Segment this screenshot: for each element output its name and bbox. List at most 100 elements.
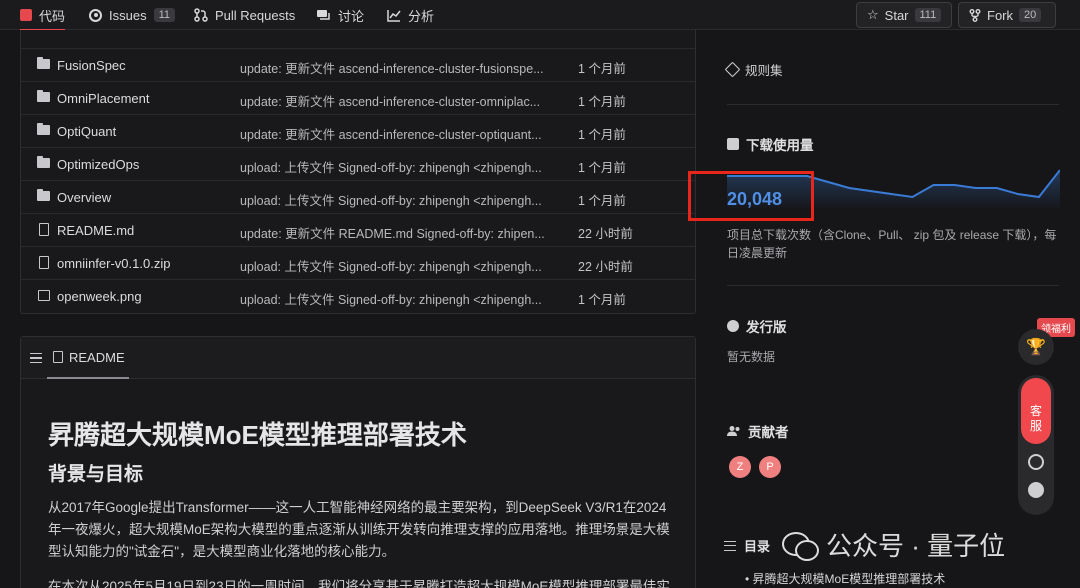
commit-time: 1 个月前: [578, 95, 626, 109]
file-name[interactable]: omniinfer-v0.1.0.zip: [57, 256, 170, 271]
commit-message[interactable]: update: 更新文件 ascend-inference-cluster-op…: [240, 124, 560, 143]
toc-icon: [724, 540, 736, 551]
commit-message[interactable]: upload: 上传文件 Signed-off-by: zhipengh <zh…: [240, 289, 560, 308]
file-name[interactable]: openweek.png: [57, 289, 142, 304]
toc-title: 目录: [744, 539, 771, 554]
tab-discussion[interactable]: 讨论: [316, 0, 364, 30]
commit-message[interactable]: update: 更新文件 ascend-inference-cluster-fu…: [240, 58, 560, 77]
release-title: 发行版: [746, 320, 787, 335]
folder-icon: [37, 90, 50, 102]
toc-item-label: 昇腾超大规模MoE模型推理部署技术: [752, 572, 946, 586]
readme-panel: README 昇腾超大规模MoE模型推理部署技术 背景与目标 从2017年Goo…: [20, 336, 696, 588]
smile-icon[interactable]: [1028, 482, 1044, 498]
document-icon: [53, 351, 63, 363]
downloads-description: 项目总下载次数（含Clone、Pull、 zip 包及 release 下载），…: [727, 228, 1057, 260]
highlight-box: [688, 171, 814, 221]
readme-paragraph: 从2017年Google提出Transformer——这一人工智能神经网络的最主…: [48, 500, 670, 559]
table-row[interactable]: Overview upload: 上传文件 Signed-off-by: zhi…: [21, 181, 695, 214]
folder-icon: [37, 57, 50, 69]
toc-item[interactable]: • 昇腾超大规模MoE模型推理部署技术: [745, 570, 945, 587]
commit-time: 1 个月前: [578, 194, 626, 208]
tab-issues-label: Issues: [109, 7, 147, 23]
download-icon: [727, 138, 739, 150]
table-row[interactable]: OmniPlacement update: 更新文件 ascend-infere…: [21, 82, 695, 115]
tab-pull-requests-label: Pull Requests: [215, 7, 296, 23]
toc-heading: 目录: [724, 536, 770, 555]
file-name[interactable]: OmniPlacement: [57, 91, 149, 106]
readme-tab[interactable]: README: [47, 337, 129, 379]
info-icon: [727, 320, 739, 332]
star-icon: ☆: [867, 7, 879, 22]
avatar[interactable]: P: [759, 456, 781, 478]
file-name[interactable]: FusionSpec: [57, 58, 126, 73]
customer-service-button[interactable]: 客服: [1021, 378, 1051, 444]
issues-count-badge: 11: [153, 8, 175, 22]
watermark-text: 公众号 · 量子位: [826, 531, 1006, 561]
star-button[interactable]: ☆ Star 111: [856, 2, 952, 28]
tab-discussion-label: 讨论: [338, 8, 365, 24]
image-file-icon: [38, 290, 50, 301]
rules-link[interactable]: 规则集: [724, 60, 783, 79]
file-name[interactable]: Overview: [57, 190, 111, 205]
contributors-title: 贡献者: [748, 425, 789, 440]
commit-message[interactable]: upload: 上传文件 Signed-off-by: zhipengh <zh…: [240, 256, 560, 275]
folder-icon: [37, 189, 50, 201]
fork-icon: [969, 8, 981, 22]
commit-message[interactable]: upload: 上传文件 Signed-off-by: zhipengh <zh…: [240, 190, 560, 209]
downloads-title: 下载使用量: [746, 138, 814, 153]
commit-time: 1 个月前: [578, 293, 626, 307]
table-row[interactable]: README.md update: 更新文件 README.md Signed-…: [21, 214, 695, 247]
outline-menu-icon[interactable]: [30, 353, 42, 363]
tab-analysis-label: 分析: [408, 8, 435, 24]
tab-pull-requests[interactable]: Pull Requests: [194, 0, 295, 30]
issue-icon: [89, 8, 102, 22]
readme-tab-label: README: [69, 349, 125, 365]
pull-request-icon: [194, 8, 208, 22]
tab-analysis[interactable]: 分析: [387, 0, 434, 30]
customer-service-label: 客服: [1029, 404, 1042, 433]
commit-message[interactable]: upload: 上传文件 Signed-off-by: zhipengh <zh…: [240, 157, 560, 176]
table-row[interactable]: openweek.png upload: 上传文件 Signed-off-by:…: [21, 280, 695, 313]
trophy-button[interactable]: 🏆: [1018, 329, 1054, 365]
fork-button[interactable]: Fork 20: [958, 2, 1056, 28]
file-name[interactable]: OptimizedOps: [57, 157, 139, 172]
watermark: 公众号 · 量子位: [782, 526, 1005, 563]
folder-icon: [37, 156, 50, 168]
trophy-icon: 🏆: [1026, 339, 1046, 356]
fork-label: Fork: [987, 7, 1013, 23]
commit-time: 22 小时前: [578, 227, 633, 241]
file-name[interactable]: README.md: [57, 223, 134, 238]
star-label: Star: [884, 7, 909, 23]
readme-header: README: [21, 337, 695, 379]
divider: [727, 104, 1059, 105]
analysis-icon: [387, 9, 401, 22]
readme-paragraph-2: 在本次从2025年5月19日到23日的一周时间，我们将分享基于昇腾打造超大规模M…: [48, 579, 670, 588]
table-row[interactable]: OptimizedOps upload: 上传文件 Signed-off-by:…: [21, 148, 695, 181]
feedback-icon[interactable]: [1028, 454, 1044, 470]
code-icon: [20, 9, 32, 21]
commit-time: 1 个月前: [578, 128, 626, 142]
tab-issues[interactable]: Issues 11: [89, 0, 175, 30]
commit-time: 1 个月前: [578, 161, 626, 175]
zip-file-icon: [39, 256, 49, 269]
star-count-badge: 111: [914, 8, 942, 22]
contributors-heading: 贡献者: [727, 421, 789, 441]
avatar[interactable]: Z: [729, 456, 751, 478]
commit-message[interactable]: update: 更新文件 ascend-inference-cluster-om…: [240, 91, 560, 110]
fork-count-badge: 20: [1019, 8, 1042, 22]
table-row[interactable]: OptiQuant update: 更新文件 ascend-inference-…: [21, 115, 695, 148]
table-row[interactable]: omniinfer-v0.1.0.zip upload: 上传文件 Signed…: [21, 247, 695, 280]
tab-code[interactable]: 代码: [20, 0, 66, 31]
release-empty: 暂无数据: [727, 350, 776, 364]
readme-title: 昇腾超大规模MoE模型推理部署技术: [48, 420, 467, 450]
table-row[interactable]: [21, 30, 695, 49]
commit-message[interactable]: update: 更新文件 README.md Signed-off-by: zh…: [240, 223, 560, 242]
repo-nav: 代码 Issues 11 Pull Requests 讨论 分析 ☆ Star …: [0, 0, 1080, 31]
table-row[interactable]: FusionSpec update: 更新文件 ascend-inference…: [21, 49, 695, 82]
chat-icon: [317, 9, 330, 20]
release-heading: 发行版: [727, 316, 787, 336]
file-icon: [39, 223, 49, 236]
divider: [727, 285, 1059, 286]
tab-code-label: 代码: [39, 8, 66, 24]
file-name[interactable]: OptiQuant: [57, 124, 116, 139]
